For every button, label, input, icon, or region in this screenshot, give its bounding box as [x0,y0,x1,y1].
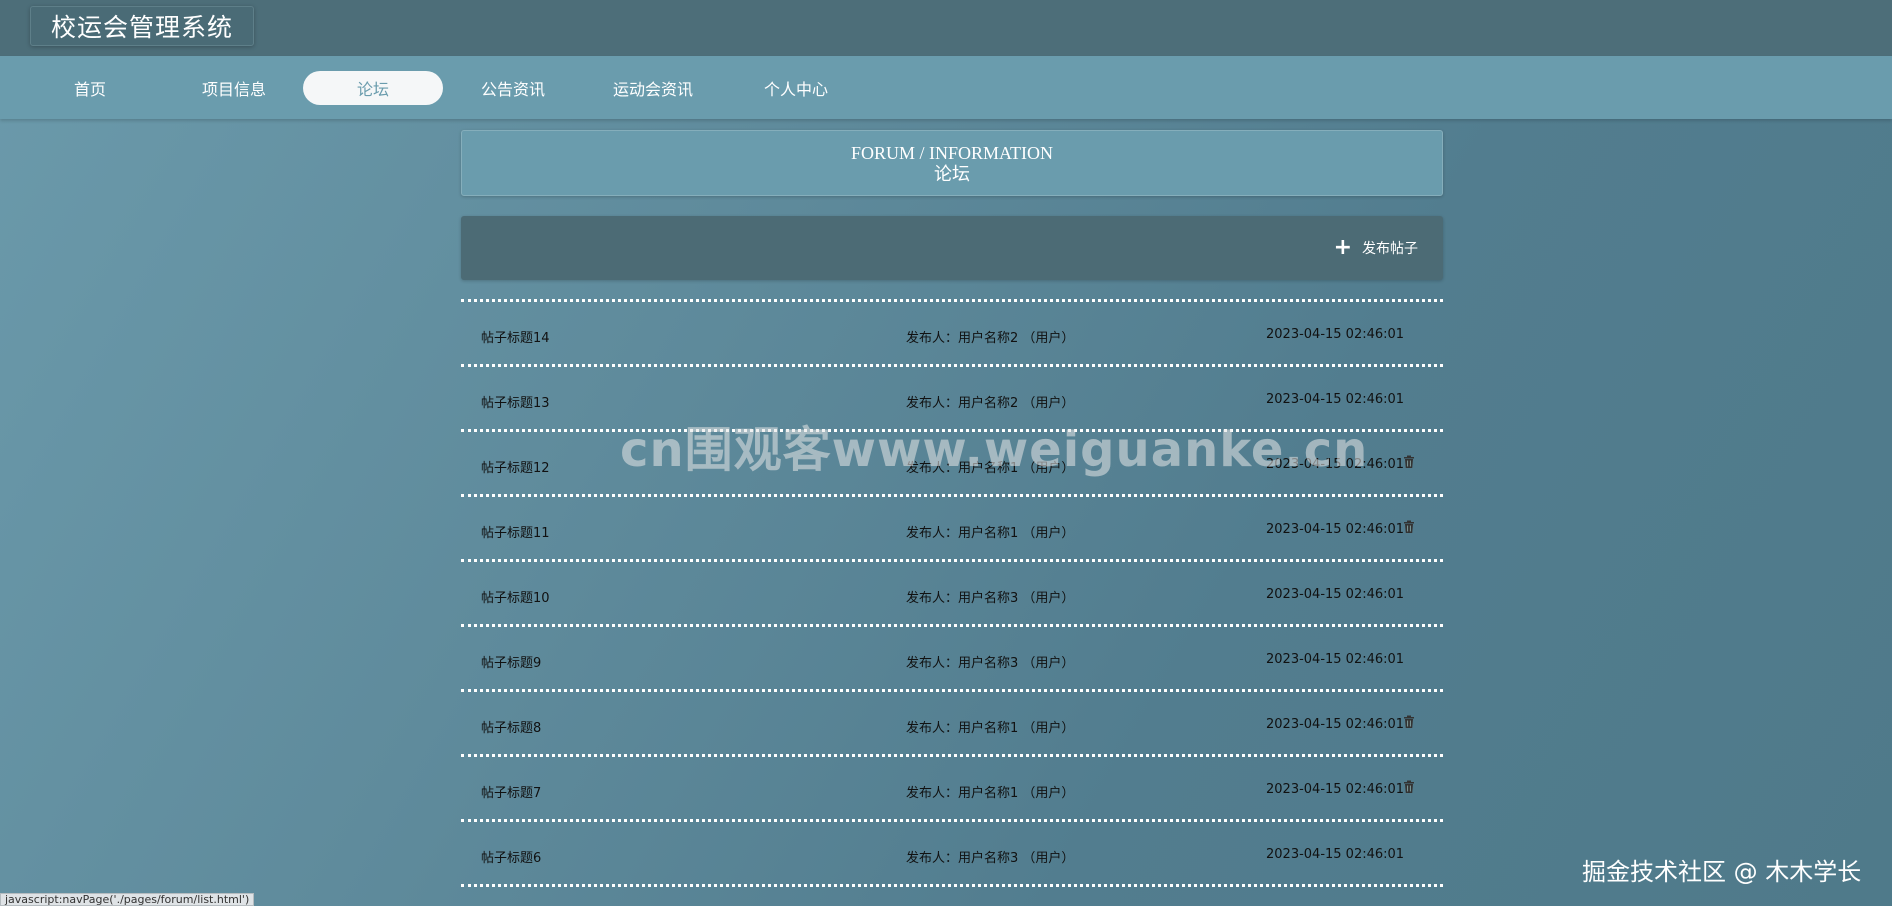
list-item[interactable]: 帖子标题10 发布人：用户名称3 （用户） 2023-04-15 02:46:01 [461,563,1443,624]
publish-post-label: 发布帖子 [1362,241,1418,257]
post-author: 发布人：用户名称3 （用户） [906,591,1075,606]
post-time: 2023-04-15 02:46:01 [1266,587,1405,602]
list-item[interactable]: 帖子标题6 发布人：用户名称3 （用户） 2023-04-15 02:46:01 [461,823,1443,884]
post-title[interactable]: 帖子标题6 [481,847,541,866]
post-time: 2023-04-15 02:46:01 [1266,457,1405,472]
post-title[interactable]: 帖子标题8 [481,717,541,736]
list-item[interactable]: 帖子标题11 发布人：用户名称1 （用户） 2023-04-15 02:46:01 [461,498,1443,559]
nav-item-announcements[interactable]: 公告资讯 [443,71,583,105]
post-title[interactable]: 帖子标题7 [481,782,541,801]
post-author: 发布人：用户名称1 （用户） [906,526,1075,541]
publish-post-button[interactable]: + 发布帖子 [1334,236,1418,260]
list-item[interactable]: 帖子标题9 发布人：用户名称3 （用户） 2023-04-15 02:46:01 [461,628,1443,689]
post-author: 发布人：用户名称1 （用户） [906,721,1075,736]
post-time: 2023-04-15 02:46:01 [1266,522,1405,537]
nav-item-forum[interactable]: 论坛 [303,71,443,105]
nav-item-sports-news[interactable]: 运动会资讯 [583,71,723,105]
post-title[interactable]: 帖子标题12 [481,457,550,476]
list-item[interactable]: 帖子标题7 发布人：用户名称1 （用户） 2023-04-15 02:46:01 [461,758,1443,819]
top-bar: 校运会管理系统 [0,0,1892,56]
app-title: 校运会管理系统 [51,13,234,42]
nav-item-projects[interactable]: 项目信息 [164,71,304,105]
post-author: 发布人：用户名称1 （用户） [906,786,1075,801]
app-logo[interactable]: 校运会管理系统 [30,6,255,46]
post-title[interactable]: 帖子标题13 [481,392,550,411]
post-time: 2023-04-15 02:46:01 [1266,327,1405,342]
page-title-panel: FORUM / INFORMATION 论坛 [461,130,1443,196]
row-separator [461,884,1443,888]
list-item[interactable]: 帖子标题14 发布人：用户名称2 （用户） 2023-04-15 02:46:01 [461,303,1443,364]
post-author: 发布人：用户名称3 （用户） [906,656,1075,671]
post-author: 发布人：用户名称3 （用户） [906,851,1075,866]
post-time: 2023-04-15 02:46:01 [1266,392,1405,407]
post-time: 2023-04-15 02:46:01 [1266,717,1405,732]
nav-item-home[interactable]: 首页 [20,71,160,105]
trash-icon[interactable] [1403,780,1415,794]
list-item[interactable]: 帖子标题12 发布人：用户名称1 （用户） 2023-04-15 02:46:01 [461,433,1443,494]
post-list: 帖子标题14 发布人：用户名称2 （用户） 2023-04-15 02:46:01 帖… [461,299,1443,888]
post-time: 2023-04-15 02:46:01 [1266,782,1405,797]
main-nav: 首页 项目信息 论坛 公告资讯 运动会资讯 个人中心 [0,56,1892,119]
post-title[interactable]: 帖子标题9 [481,652,541,671]
plus-icon: + [1333,235,1352,260]
post-title[interactable]: 帖子标题10 [481,587,550,606]
trash-icon[interactable] [1403,715,1415,729]
action-bar: + 发布帖子 [461,216,1443,280]
post-author: 发布人：用户名称2 （用户） [906,331,1075,346]
page-title-en: FORUM / INFORMATION [850,143,1054,163]
trash-icon[interactable] [1403,455,1415,469]
page-title-cn: 论坛 [934,164,970,185]
post-time: 2023-04-15 02:46:01 [1266,847,1405,862]
post-author: 发布人：用户名称1 （用户） [906,461,1075,476]
post-title[interactable]: 帖子标题14 [481,327,550,346]
post-time: 2023-04-15 02:46:01 [1266,652,1405,667]
list-item[interactable]: 帖子标题8 发布人：用户名称1 （用户） 2023-04-15 02:46:01 [461,693,1443,754]
post-author: 发布人：用户名称2 （用户） [906,396,1075,411]
watermark-corner: 掘金技术社区 @ 木木学长 [1582,858,1862,886]
post-title[interactable]: 帖子标题11 [481,522,550,541]
nav-item-profile[interactable]: 个人中心 [726,71,866,105]
trash-icon[interactable] [1403,520,1415,534]
list-item[interactable]: 帖子标题13 发布人：用户名称2 （用户） 2023-04-15 02:46:01 [461,368,1443,429]
status-bar-url: javascript:navPage('./pages/forum/list.h… [0,893,255,906]
